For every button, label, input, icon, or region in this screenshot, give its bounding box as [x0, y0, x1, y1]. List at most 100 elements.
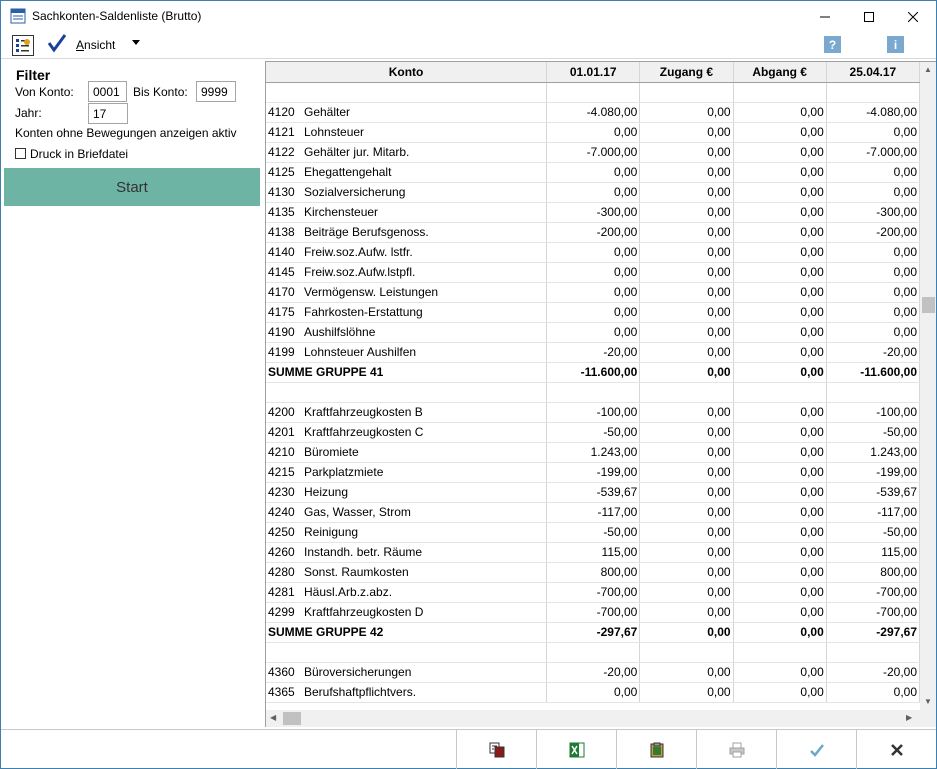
- maximize-button[interactable]: [846, 1, 892, 32]
- table-cell-empty: [826, 82, 921, 103]
- table-row-group-sum[interactable]: SUMME GRUPPE 42 -297,67 0,00 0,00 -297,67: [266, 622, 921, 643]
- table-row[interactable]: 4138 Beiträge Berufsgenoss. -200,00 0,00 0,0…: [266, 222, 921, 243]
- disposals-cell: 0,00: [733, 542, 827, 563]
- table-row[interactable]: 4120 Gehälter -4.080,00 0,00 0,00 -4.080,00: [266, 102, 921, 123]
- disposals-cell: 0,00: [733, 142, 827, 163]
- disposals-cell: 0,00: [733, 422, 827, 443]
- column-header-opening-balance[interactable]: 01.01.17: [546, 62, 641, 83]
- table-row[interactable]: 4280 Sonst. Raumkosten 800,00 0,00 0,00 800,0…: [266, 562, 921, 583]
- table-row-blank[interactable]: [266, 642, 921, 663]
- table-row[interactable]: 4200 Kraftfahrzeugkosten B -100,00 0,00 0,00…: [266, 402, 921, 423]
- copy-button[interactable]: [456, 730, 536, 769]
- year-input[interactable]: [88, 103, 128, 124]
- table-row[interactable]: 4175 Fahrkosten-Erstattung 0,00 0,00 0,00 0,0…: [266, 302, 921, 323]
- checkmark-icon: [47, 34, 67, 53]
- table-row[interactable]: 4260 Instandh. betr. Räume 115,00 0,00 0,00 1…: [266, 542, 921, 563]
- vertical-scroll-thumb[interactable]: [922, 297, 935, 313]
- table-row[interactable]: 4125 Ehegattengehalt 0,00 0,00 0,00 0,00: [266, 162, 921, 183]
- disposals-cell: 0,00: [733, 322, 827, 343]
- table-row[interactable]: 4170 Vermögensw. Leistungen 0,00 0,00 0,00 0,…: [266, 282, 921, 303]
- table-row-group-sum[interactable]: SUMME GRUPPE 41 -11.600,00 0,00 0,00 -11.600…: [266, 362, 921, 383]
- table-row[interactable]: 4360 Büroversicherungen -20,00 0,00 0,00 -20,…: [266, 662, 921, 683]
- minimize-button[interactable]: [802, 1, 848, 32]
- account-cell: 4120 Gehälter: [266, 102, 548, 123]
- table-row[interactable]: 4122 Gehälter jur. Mitarb. -7.000,00 0,00 0,…: [266, 142, 921, 163]
- table-cell-empty: [733, 82, 827, 103]
- to-account-input[interactable]: [196, 81, 236, 102]
- account-name: Kraftfahrzeugkosten C: [304, 425, 424, 439]
- opening-balance-cell: -300,00: [546, 202, 641, 223]
- table-row-blank[interactable]: [266, 382, 921, 403]
- account-number: 4230: [268, 485, 295, 499]
- table-row[interactable]: 4210 Büromiete 1.243,00 0,00 0,00 1.243,00: [266, 442, 921, 463]
- table-row[interactable]: 4145 Freiw.soz.Aufw.lstpfl. 0,00 0,00 0,00 0,…: [266, 262, 921, 283]
- account-cell: 4135 Kirchensteuer: [266, 202, 548, 223]
- table-row[interactable]: 4201 Kraftfahrzeugkosten C -50,00 0,00 0,00-…: [266, 422, 921, 443]
- column-header-additions[interactable]: Zugang €: [639, 62, 734, 83]
- account-name: Kraftfahrzeugkosten D: [304, 605, 424, 619]
- start-button[interactable]: Start: [4, 168, 260, 206]
- account-name: Gas, Wasser, Strom: [304, 505, 411, 519]
- table-row[interactable]: 4250 Reinigung -50,00 0,00 0,00 -50,00: [266, 522, 921, 543]
- excel-export-button[interactable]: [536, 730, 616, 769]
- account-cell: 4299 Kraftfahrzeugkosten D: [266, 602, 548, 623]
- column-header-account[interactable]: Konto: [266, 62, 548, 83]
- account-number: 4360: [268, 665, 295, 679]
- print-button[interactable]: [696, 730, 776, 769]
- table-row[interactable]: 4230 Heizung -539,67 0,00 0,00 -539,67: [266, 482, 921, 503]
- account-cell: 4190 Aushilfslöhne: [266, 322, 548, 343]
- table-cell-empty: [266, 382, 548, 403]
- table-row[interactable]: 4215 Parkplatzmiete -199,00 0,00 0,00 -199,00: [266, 462, 921, 483]
- table-row[interactable]: 4190 Aushilfslöhne 0,00 0,00 0,00 0,00: [266, 322, 921, 343]
- help-button[interactable]: ?: [824, 36, 841, 53]
- additions-cell: 0,00: [639, 122, 734, 143]
- from-account-input[interactable]: [88, 81, 127, 102]
- table-row-blank[interactable]: [266, 82, 921, 103]
- apply-checkmark-button[interactable]: [47, 33, 67, 59]
- vertical-scrollbar[interactable]: ▲ ▼: [920, 62, 936, 710]
- scroll-down-icon[interactable]: ▼: [924, 697, 932, 706]
- view-menu-dropdown-arrow[interactable]: [132, 38, 140, 48]
- table-row[interactable]: 4130 Sozialversicherung 0,00 0,00 0,00 0,00: [266, 182, 921, 203]
- scroll-left-icon[interactable]: ◀: [270, 713, 276, 722]
- horizontal-scroll-thumb[interactable]: [283, 712, 301, 725]
- help-icon: ?: [828, 37, 837, 52]
- horizontal-scrollbar[interactable]: ◀ ▶: [266, 710, 920, 727]
- account-number: 4281: [268, 585, 295, 599]
- print-to-file-checkbox[interactable]: [15, 148, 26, 159]
- scroll-right-icon[interactable]: ▶: [906, 713, 912, 722]
- info-button[interactable]: i: [887, 36, 904, 53]
- table-row[interactable]: 4299 Kraftfahrzeugkosten D -700,00 0,00 0,00…: [266, 602, 921, 623]
- disposals-cell: 0,00: [733, 602, 827, 623]
- closing-balance-cell: -50,00: [826, 522, 921, 543]
- account-number: 4121: [268, 125, 295, 139]
- year-label: Jahr:: [15, 106, 42, 120]
- account-number: 4140: [268, 245, 295, 259]
- table-row[interactable]: 4240 Gas, Wasser, Strom -117,00 0,00 0,00 -11…: [266, 502, 921, 523]
- table-row[interactable]: 4365 Berufshaftpflichtvers. 0,00 0,00 0,00 0,…: [266, 682, 921, 703]
- table-cell-empty: [266, 82, 548, 103]
- show-inactive-accounts-text: Konten ohne Bewegungen anzeigen aktiv: [15, 126, 237, 140]
- table-row[interactable]: 4140 Freiw.soz.Aufw. lstfr. 0,00 0,00 0,00 0,…: [266, 242, 921, 263]
- disposals-cell: 0,00: [733, 342, 827, 363]
- closing-balance-cell: -200,00: [826, 222, 921, 243]
- balance-list-grid: Konto 01.01.17 Zugang € Abgang € 25.04.1…: [265, 61, 936, 727]
- table-row[interactable]: 4121 Lohnsteuer 0,00 0,00 0,00 0,00: [266, 122, 921, 143]
- view-menu[interactable]: Ansicht: [76, 38, 115, 52]
- table-row[interactable]: 4281 Häusl.Arb.z.abz. -700,00 0,00 0,00 -700,…: [266, 582, 921, 603]
- clipboard-button[interactable]: [616, 730, 696, 769]
- close-button[interactable]: [890, 1, 936, 32]
- column-header-closing-balance[interactable]: 25.04.17: [826, 62, 921, 83]
- table-cell-empty: [546, 382, 641, 403]
- column-header-disposals[interactable]: Abgang €: [733, 62, 827, 83]
- closing-balance-cell: -20,00: [826, 662, 921, 683]
- account-cell: 4130 Sozialversicherung: [266, 182, 548, 203]
- scroll-up-icon[interactable]: ▲: [924, 65, 932, 74]
- cancel-button[interactable]: [856, 730, 936, 769]
- table-row[interactable]: 4199 Lohnsteuer Aushilfen -20,00 0,00 0,00 -2…: [266, 342, 921, 363]
- account-number: 4122: [268, 145, 295, 159]
- report-settings-button[interactable]: [12, 35, 34, 56]
- account-number: 4201: [268, 425, 295, 439]
- ok-button[interactable]: [776, 730, 856, 769]
- table-row[interactable]: 4135 Kirchensteuer -300,00 0,00 0,00 -300,00: [266, 202, 921, 223]
